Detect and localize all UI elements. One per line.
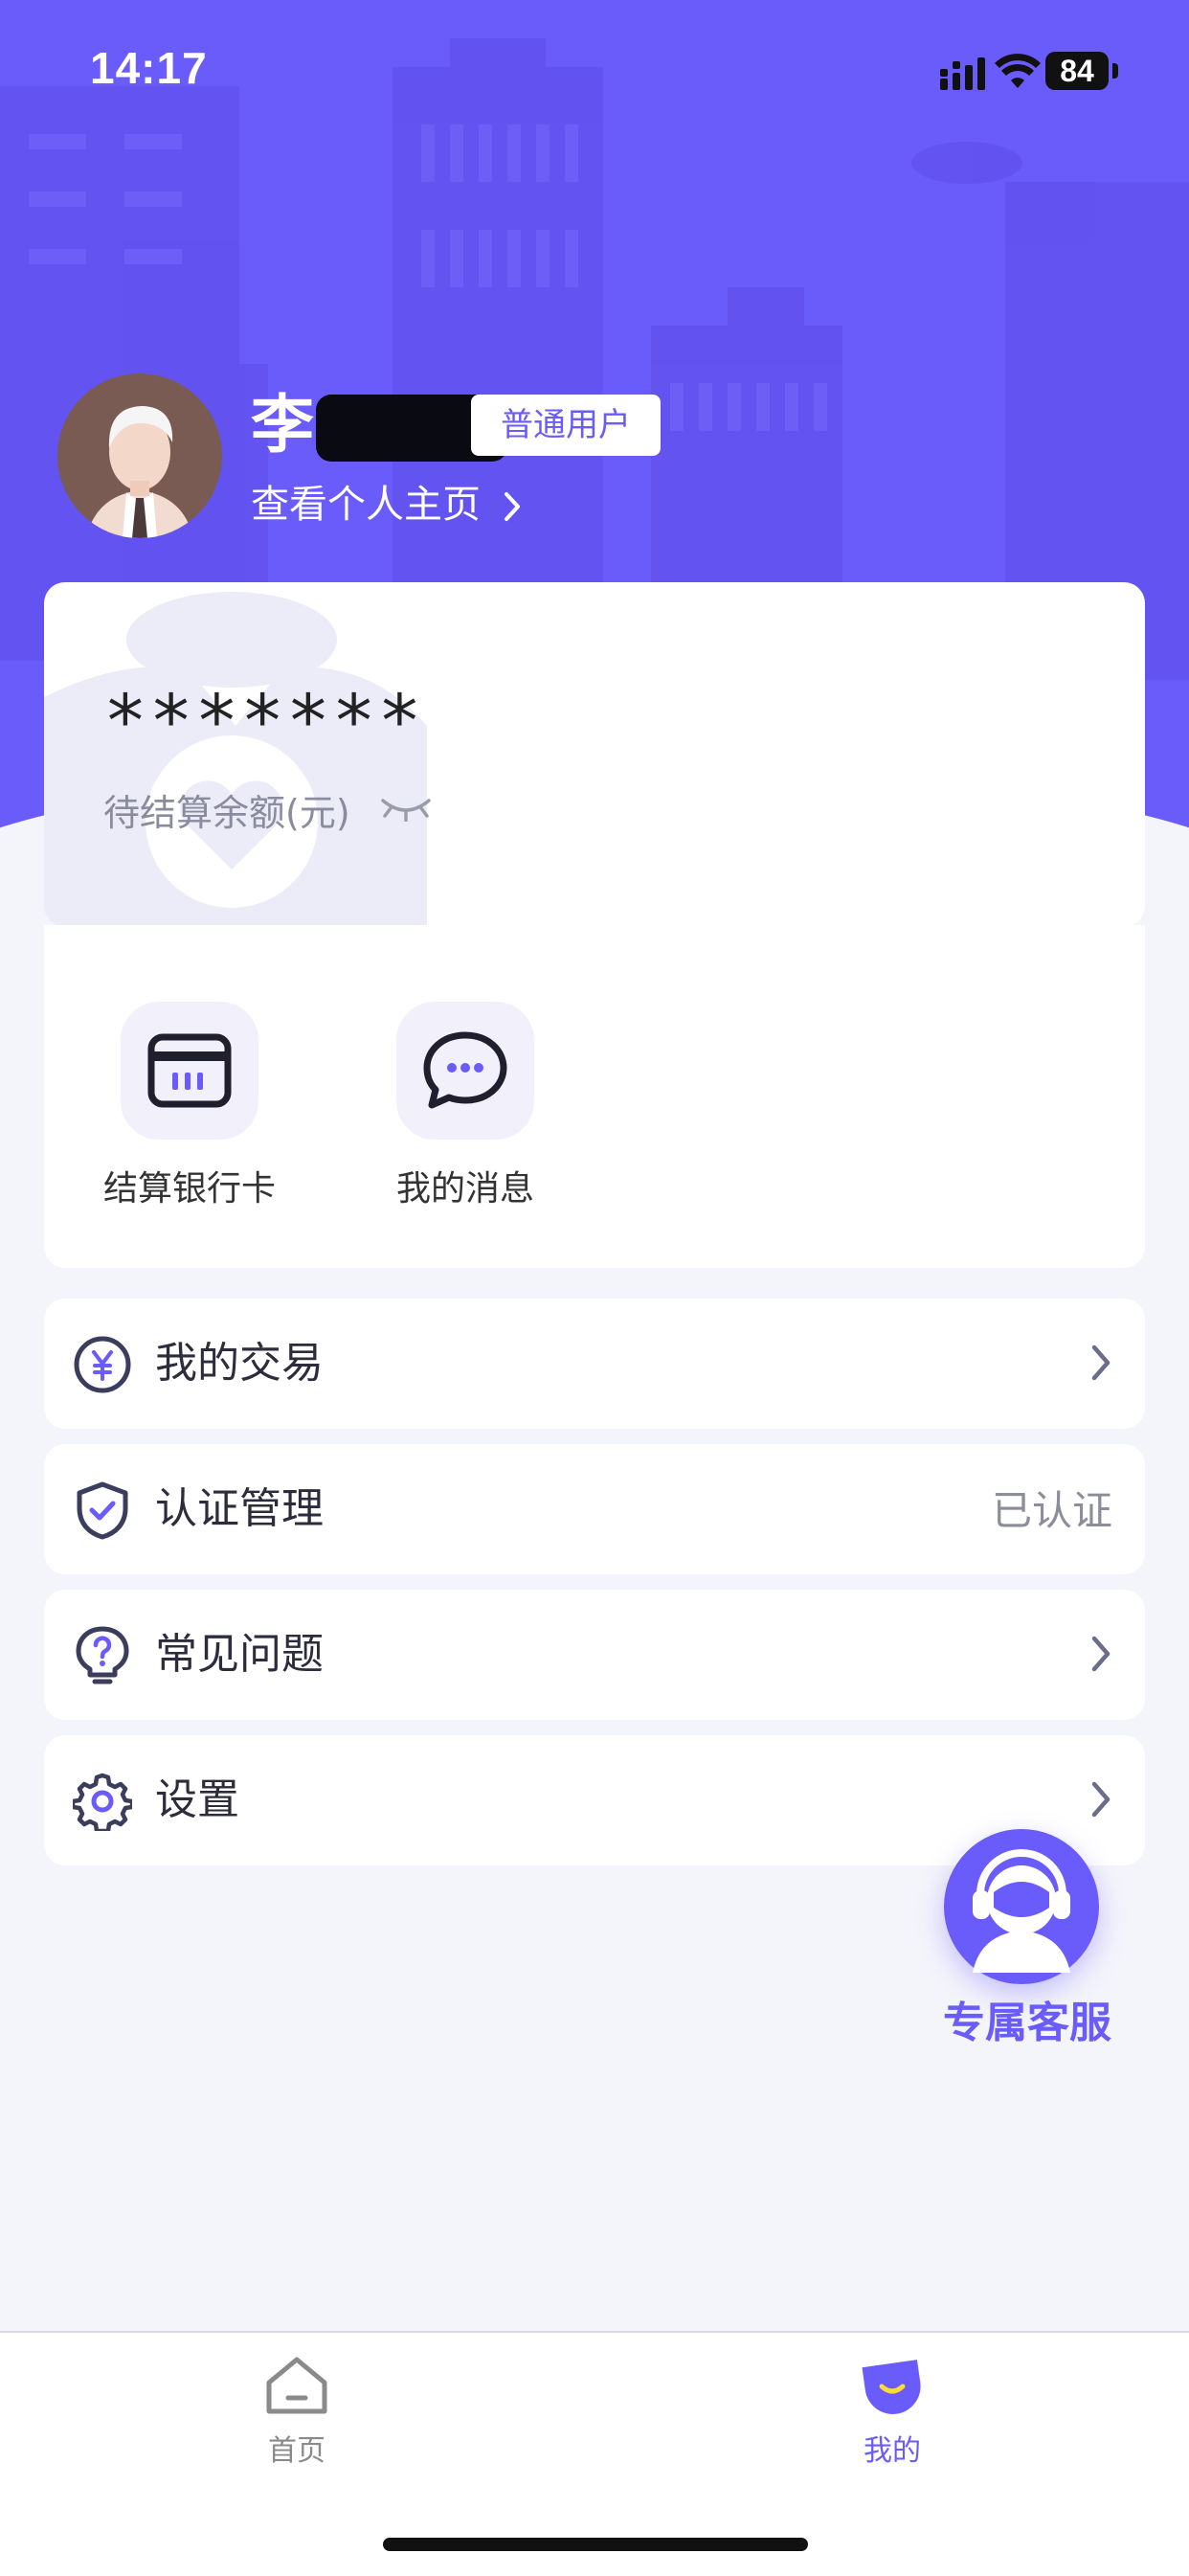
chevron-right-icon (504, 492, 520, 521)
profile-header[interactable]: 李 普通用户 查看个人主页 (57, 373, 1110, 546)
gear-icon (73, 1773, 132, 1831)
tab-home-label: 首页 (268, 2434, 325, 2468)
user-name: 李 (251, 388, 314, 462)
menu-item-my-transactions[interactable]: 我的交易 (44, 1299, 1145, 1429)
headset-agent-icon (973, 1849, 1070, 1973)
balance-card: ******* 待结算余额(元) (44, 582, 1145, 927)
chevron-right-icon (1091, 1781, 1110, 1818)
shortcut-bank-card[interactable]: 结算银行卡 (75, 1002, 304, 1210)
eye-closed-icon[interactable] (379, 795, 433, 822)
question-bulb-icon (76, 1626, 129, 1684)
user-avatar-icon (57, 373, 222, 538)
status-bar: 14:17 84 (0, 0, 1189, 134)
battery-tip (1112, 63, 1118, 79)
chevron-right-icon (1091, 1636, 1110, 1672)
cellular-signal-icon (940, 57, 985, 90)
status-time: 14:17 (90, 43, 208, 93)
message-bubble-icon (423, 1031, 507, 1109)
chevron-right-icon (1091, 1344, 1110, 1381)
menu-item-certification[interactable]: 认证管理 已认证 (44, 1444, 1145, 1574)
home-indicator (383, 2538, 808, 2551)
balance-label: 待结算余额(元) (103, 792, 350, 834)
menu-item-faq[interactable]: 常见问题 (44, 1590, 1145, 1720)
shortcut-bank-card-label: 结算银行卡 (102, 1169, 276, 1209)
menu-item-label: 认证管理 (155, 1484, 324, 1533)
menu-item-label: 我的交易 (155, 1339, 324, 1388)
bank-card-icon (147, 1033, 232, 1108)
menu-item-label: 设置 (155, 1775, 239, 1824)
view-profile-link[interactable]: 查看个人主页 (251, 479, 522, 531)
shortcut-card: 结算银行卡 我的消息 (44, 925, 1145, 1268)
status-icons: 84 (938, 48, 1149, 96)
battery-indicator: 84 (1045, 52, 1109, 90)
smile-profile-icon (862, 2360, 921, 2414)
balance-amount: ******* (103, 678, 424, 763)
certification-status: 已认证 (991, 1487, 1112, 1534)
shortcut-bank-card-icon-box (121, 1002, 258, 1140)
user-type-badge: 普通用户 (471, 395, 661, 456)
customer-service-button[interactable] (944, 1829, 1099, 1984)
shortcut-my-messages[interactable]: 我的消息 (350, 1002, 580, 1210)
avatar[interactable] (57, 373, 222, 538)
wifi-icon (995, 54, 1041, 88)
tab-home[interactable]: 首页 (220, 2354, 373, 2469)
home-icon (266, 2357, 327, 2414)
customer-service-label[interactable]: 专属客服 (927, 1988, 1128, 2049)
shortcut-my-messages-label: 我的消息 (395, 1169, 534, 1209)
shortcut-my-messages-icon-box (396, 1002, 534, 1140)
menu-item-label: 常见问题 (155, 1630, 324, 1679)
tab-profile[interactable]: 我的 (816, 2354, 969, 2469)
yuan-coin-icon (74, 1336, 131, 1393)
shield-check-icon (77, 1481, 128, 1540)
view-profile-label: 查看个人主页 (251, 483, 481, 527)
tab-profile-label: 我的 (864, 2434, 921, 2468)
